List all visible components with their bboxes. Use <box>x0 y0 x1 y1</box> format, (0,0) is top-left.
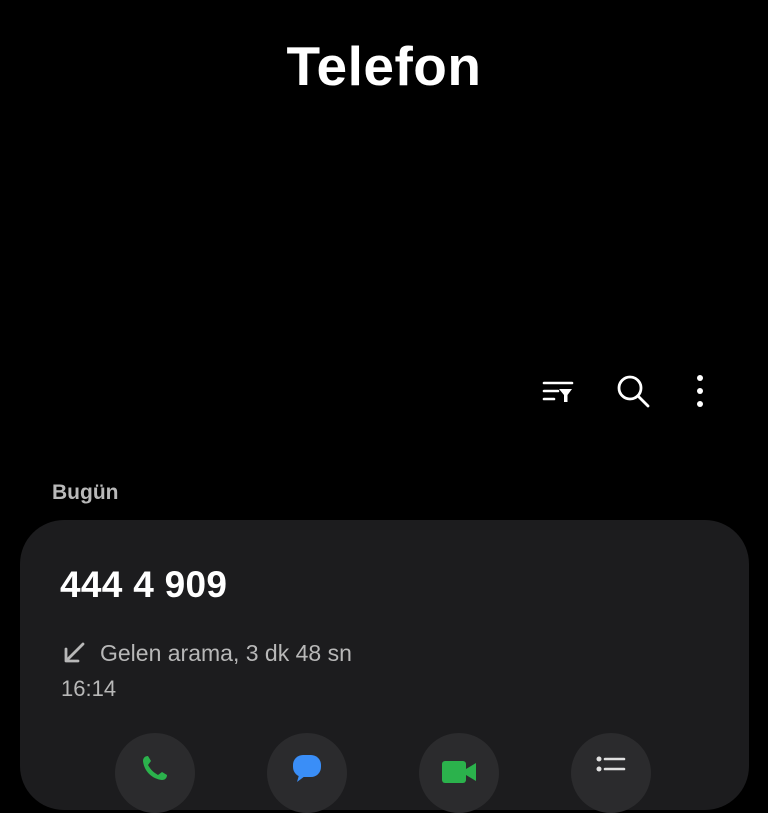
call-actions <box>20 733 749 813</box>
toolbar <box>0 368 768 414</box>
more-options-button[interactable] <box>677 368 723 414</box>
call-detail-row: Gelen arama, 3 dk 48 sn <box>62 638 352 668</box>
call-time: 16:14 <box>61 676 117 701</box>
details-list-icon <box>596 756 626 772</box>
phone-icon <box>143 756 167 780</box>
filter-sort-icon <box>542 381 574 402</box>
filter-button[interactable] <box>535 368 581 414</box>
section-label-today: Bugün <box>52 481 119 504</box>
search-icon <box>617 375 650 408</box>
call-button[interactable] <box>115 733 195 813</box>
more-vertical-icon <box>697 375 703 407</box>
message-button[interactable] <box>267 733 347 813</box>
app-title: Telefon <box>286 35 482 97</box>
video-call-icon <box>442 761 476 783</box>
caller-number: 444 4 909 <box>60 564 228 605</box>
video-call-button[interactable] <box>419 733 499 813</box>
message-icon <box>293 755 321 782</box>
call-log-entry[interactable]: 444 4 909 Gelen arama, 3 dk 48 sn 16:14 <box>20 520 749 813</box>
call-detail: Gelen arama, 3 dk 48 sn <box>100 639 352 666</box>
incoming-call-arrow-icon <box>64 642 85 663</box>
search-button[interactable] <box>610 368 656 414</box>
details-button[interactable] <box>571 733 651 813</box>
